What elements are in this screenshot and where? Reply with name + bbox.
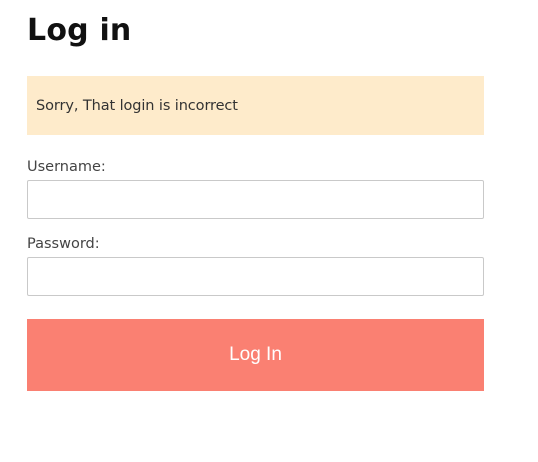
username-input[interactable] (27, 180, 484, 219)
error-alert: Sorry, That login is incorrect (27, 76, 484, 135)
password-input[interactable] (27, 257, 484, 296)
username-label: Username: (27, 159, 106, 175)
error-message: Sorry, That login is incorrect (36, 97, 238, 114)
password-label: Password: (27, 236, 100, 252)
login-form: Username: Password: Log In (27, 158, 484, 391)
page-title: Log in (27, 13, 132, 48)
login-page: Log in Sorry, That login is incorrect Us… (27, 0, 484, 391)
login-button[interactable]: Log In (27, 319, 484, 391)
